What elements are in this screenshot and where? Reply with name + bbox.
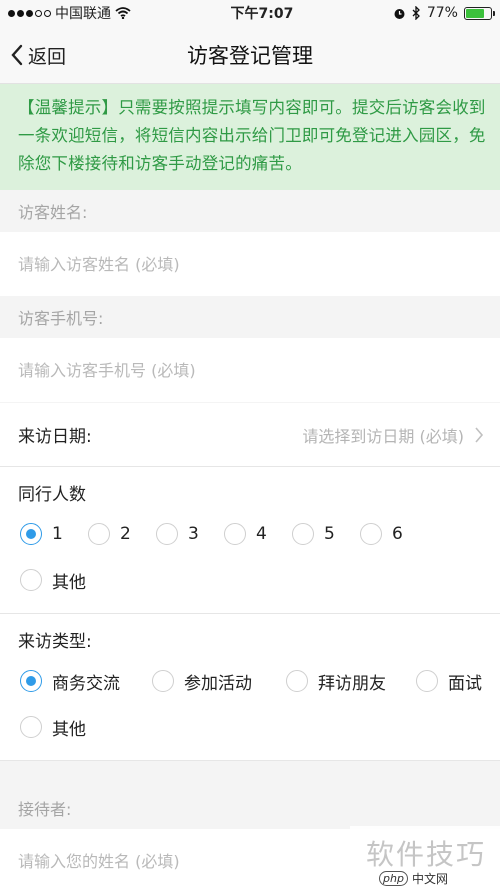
companions-option-label: 6 <box>392 524 403 544</box>
visit-type-option-label: 面试 <box>448 673 482 694</box>
watermark-logo: php 中文网 <box>379 870 448 887</box>
radio-icon <box>20 716 42 738</box>
notice-banner: 【温馨提示】只需要按照提示填写内容即可。提交后访客会收到一条欢迎短信，将短信内容… <box>0 84 500 190</box>
visit-date-placeholder: 请选择到访日期 (必填) <box>302 426 464 446</box>
radio-selected-icon <box>20 670 42 692</box>
visit-date-picker[interactable]: 来访日期: 请选择到访日期 (必填) <box>0 403 500 467</box>
clock-label: 下午7:07 <box>230 6 294 22</box>
visitor-phone-label: 访客手机号: <box>0 296 500 338</box>
watermark-site-label: 中文网 <box>411 872 448 886</box>
visit-date-label: 来访日期: <box>18 427 92 447</box>
visit-type-option[interactable]: 面试 <box>416 658 486 704</box>
page-title: 访客登记管理 <box>187 43 313 68</box>
companions-option[interactable]: 其他 <box>20 557 120 603</box>
visitor-phone-input[interactable] <box>18 360 500 380</box>
radio-icon <box>292 523 314 545</box>
bluetooth-icon <box>412 6 420 20</box>
visit-type-option-label: 拜访朋友 <box>318 673 386 694</box>
visit-date-value: 请选择到访日期 (必填) <box>302 423 484 447</box>
radio-icon <box>360 523 382 545</box>
visit-type-option[interactable]: 拜访朋友 <box>286 658 416 704</box>
host-label: 接待者: <box>0 787 500 829</box>
companions-option-label: 4 <box>256 524 267 544</box>
companions-option[interactable]: 5 <box>292 511 360 557</box>
visitor-phone-row <box>0 338 500 402</box>
watermark: 软件技巧 php 中文网 <box>350 826 500 889</box>
section-gap <box>0 761 500 787</box>
back-label: 返回 <box>28 45 67 68</box>
companions-option-label: 2 <box>120 524 131 544</box>
radio-icon <box>156 523 178 545</box>
back-button[interactable]: 返回 <box>10 26 66 84</box>
visit-type-option[interactable]: 参加活动 <box>152 658 286 704</box>
companions-option-label: 其他 <box>52 572 86 593</box>
wifi-icon <box>115 7 131 19</box>
battery-percent: 77% <box>426 5 458 21</box>
companions-option[interactable]: 2 <box>88 511 156 557</box>
radio-icon <box>286 670 308 692</box>
visitor-name-input[interactable] <box>18 254 500 274</box>
companions-label: 同行人数 <box>18 485 86 505</box>
visitor-name-label: 访客姓名: <box>0 190 500 232</box>
visit-type-option-label: 其他 <box>52 719 86 740</box>
battery-icon <box>463 6 495 20</box>
radio-icon <box>88 523 110 545</box>
radio-selected-icon <box>20 523 42 545</box>
chevron-right-icon <box>475 426 484 443</box>
status-left: 中国联通 <box>8 3 131 23</box>
nav-bar: 返回 访客登记管理 <box>0 26 500 84</box>
visit-type-group: 来访类型: 商务交流 参加活动 拜访朋友 面试其他 <box>0 614 500 761</box>
visit-type-label: 来访类型: <box>18 632 92 652</box>
visitor-name-row <box>0 232 500 296</box>
companions-options: 1 2 3 4 5 6 其他 <box>0 505 500 613</box>
status-bar: 中国联通 下午7:07 77% <box>0 0 500 26</box>
chevron-left-icon <box>11 44 23 66</box>
companions-option-label: 3 <box>188 524 199 544</box>
radio-icon <box>152 670 174 692</box>
companions-option-label: 1 <box>52 524 63 544</box>
php-logo: php <box>379 871 408 886</box>
companions-option[interactable]: 4 <box>224 511 292 557</box>
visit-type-option[interactable]: 商务交流 <box>20 658 152 704</box>
companions-option[interactable]: 3 <box>156 511 224 557</box>
companions-option[interactable]: 1 <box>20 511 88 557</box>
status-right: 77% <box>393 5 495 21</box>
signal-icon <box>8 9 51 17</box>
visit-type-option[interactable]: 其他 <box>20 704 120 750</box>
visit-type-options: 商务交流 参加活动 拜访朋友 面试其他 <box>0 652 500 760</box>
carrier-label: 中国联通 <box>55 6 111 22</box>
radio-icon <box>224 523 246 545</box>
companions-option[interactable]: 6 <box>360 511 428 557</box>
watermark-text: 软件技巧 <box>365 838 486 871</box>
alarm-icon <box>394 8 405 19</box>
visit-type-option-label: 商务交流 <box>52 673 120 694</box>
visit-type-option-label: 参加活动 <box>184 673 252 694</box>
companions-option-label: 5 <box>324 524 335 544</box>
radio-icon <box>416 670 438 692</box>
radio-icon <box>20 569 42 591</box>
companions-group: 同行人数 1 2 3 4 5 6 其他 <box>0 467 500 614</box>
